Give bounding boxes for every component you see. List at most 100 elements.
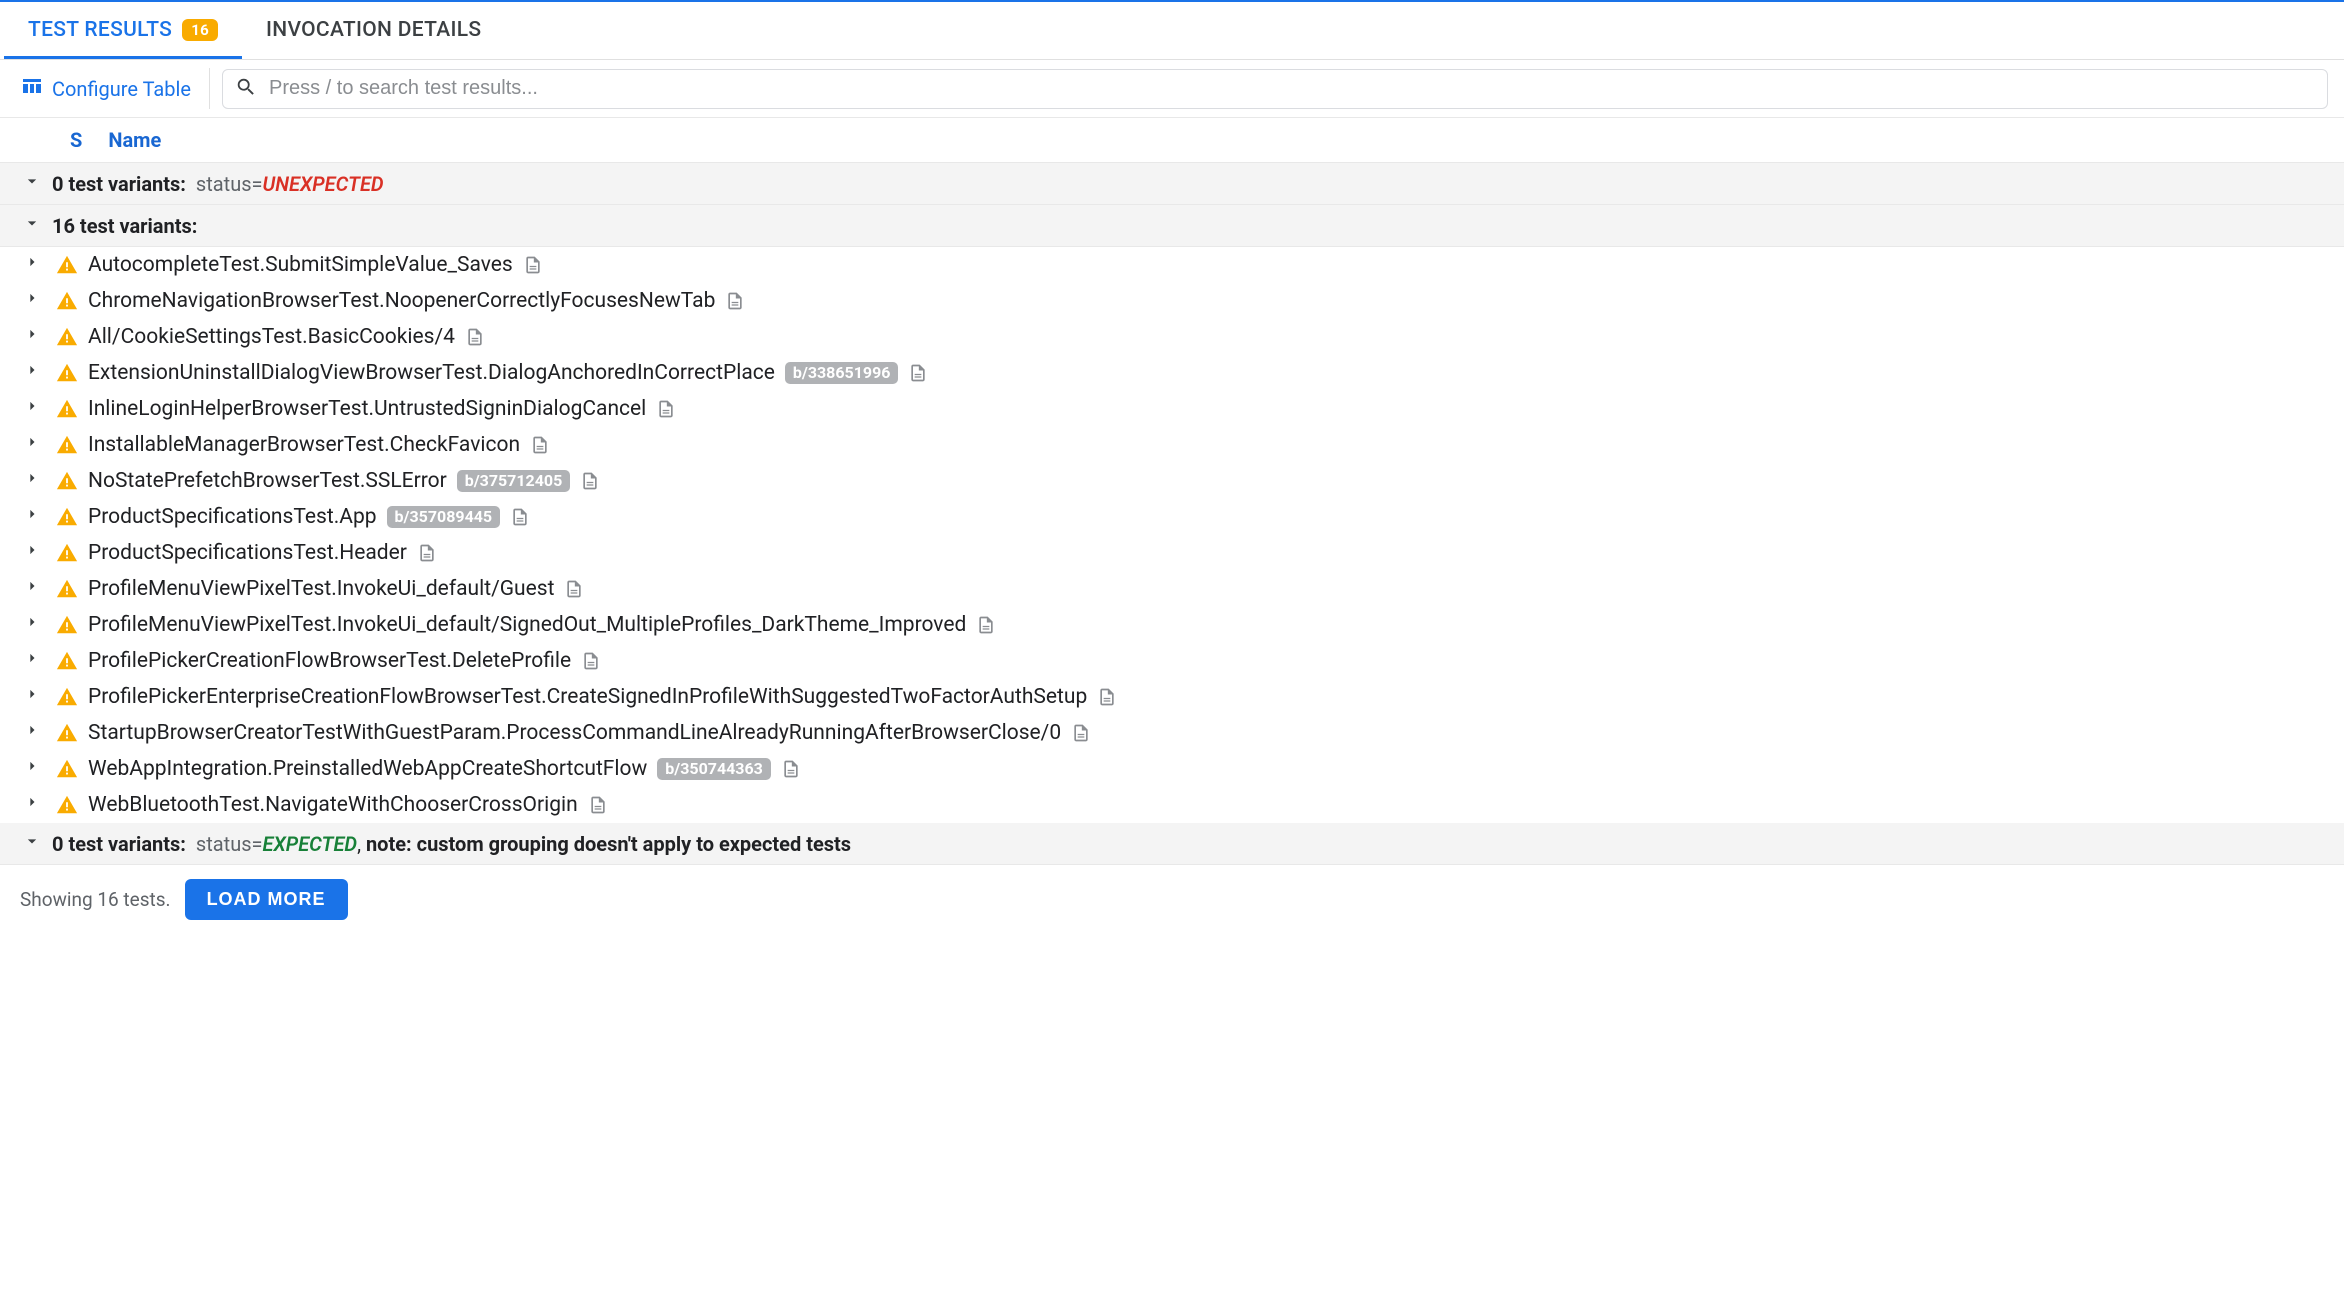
group-unexpected[interactable]: 0 test variants: status=UNEXPECTED bbox=[0, 163, 2344, 205]
column-header-row: S Name bbox=[0, 118, 2344, 163]
group-expected-status-prefix: status= bbox=[196, 832, 263, 856]
test-results-count-badge: 16 bbox=[182, 19, 218, 41]
bug-chip[interactable]: b/350744363 bbox=[657, 758, 771, 780]
search-container bbox=[222, 69, 2328, 109]
column-status[interactable]: S bbox=[70, 128, 82, 152]
chevron-right-icon bbox=[22, 792, 42, 818]
warning-icon bbox=[56, 614, 78, 636]
document-icon[interactable] bbox=[580, 471, 600, 491]
group-main-count: 16 test variants: bbox=[52, 214, 197, 238]
warning-icon bbox=[56, 254, 78, 276]
group-unexpected-count: 0 test variants: bbox=[52, 172, 186, 196]
test-row[interactable]: InlineLoginHelperBrowserTest.UntrustedSi… bbox=[0, 391, 2344, 427]
test-name: All/CookieSettingsTest.BasicCookies/4 bbox=[88, 325, 455, 349]
document-icon[interactable] bbox=[581, 651, 601, 671]
test-name: ProductSpecificationsTest.Header bbox=[88, 541, 407, 565]
bug-chip[interactable]: b/338651996 bbox=[785, 362, 899, 384]
document-icon[interactable] bbox=[465, 327, 485, 347]
chevron-right-icon bbox=[22, 684, 42, 710]
test-name: ExtensionUninstallDialogViewBrowserTest.… bbox=[88, 361, 775, 385]
test-name: WebAppIntegration.PreinstalledWebAppCrea… bbox=[88, 757, 647, 781]
configure-table-button[interactable]: Configure Table bbox=[16, 68, 210, 109]
chevron-right-icon bbox=[22, 324, 42, 350]
test-row[interactable]: ProfilePickerCreationFlowBrowserTest.Del… bbox=[0, 643, 2344, 679]
test-row[interactable]: ChromeNavigationBrowserTest.NoopenerCorr… bbox=[0, 283, 2344, 319]
test-row[interactable]: StartupBrowserCreatorTestWithGuestParam.… bbox=[0, 715, 2344, 751]
document-icon[interactable] bbox=[564, 579, 584, 599]
document-icon[interactable] bbox=[976, 615, 996, 635]
test-row[interactable]: ProfilePickerEnterpriseCreationFlowBrows… bbox=[0, 679, 2344, 715]
warning-icon bbox=[56, 542, 78, 564]
test-name: InstallableManagerBrowserTest.CheckFavic… bbox=[88, 433, 520, 457]
test-row[interactable]: ProfileMenuViewPixelTest.InvokeUi_defaul… bbox=[0, 607, 2344, 643]
warning-icon bbox=[56, 398, 78, 420]
test-row[interactable]: ProductSpecificationsTest.Header bbox=[0, 535, 2344, 571]
search-icon bbox=[235, 76, 257, 102]
tab-test-results-label: TEST RESULTS bbox=[28, 18, 172, 42]
column-name[interactable]: Name bbox=[108, 128, 161, 152]
chevron-right-icon bbox=[22, 396, 42, 422]
chevron-right-icon bbox=[22, 720, 42, 746]
document-icon[interactable] bbox=[725, 291, 745, 311]
bug-chip[interactable]: b/357089445 bbox=[387, 506, 501, 528]
test-row[interactable]: ProductSpecificationsTest.App b/357089445 bbox=[0, 499, 2344, 535]
toolbar: Configure Table bbox=[0, 60, 2344, 118]
footer: Showing 16 tests. LOAD MORE bbox=[0, 865, 2344, 934]
test-row[interactable]: WebAppIntegration.PreinstalledWebAppCrea… bbox=[0, 751, 2344, 787]
test-row[interactable]: All/CookieSettingsTest.BasicCookies/4 bbox=[0, 319, 2344, 355]
warning-icon bbox=[56, 470, 78, 492]
test-name: AutocompleteTest.SubmitSimpleValue_Saves bbox=[88, 253, 513, 277]
chevron-right-icon bbox=[22, 756, 42, 782]
group-expected-note: note: custom grouping doesn't apply to e… bbox=[366, 832, 851, 856]
document-icon[interactable] bbox=[1071, 723, 1091, 743]
warning-icon bbox=[56, 506, 78, 528]
test-row[interactable]: InstallableManagerBrowserTest.CheckFavic… bbox=[0, 427, 2344, 463]
load-more-button[interactable]: LOAD MORE bbox=[185, 879, 348, 920]
test-list: AutocompleteTest.SubmitSimpleValue_Saves… bbox=[0, 247, 2344, 823]
test-row[interactable]: ProfileMenuViewPixelTest.InvokeUi_defaul… bbox=[0, 571, 2344, 607]
group-expected-note-sep: , bbox=[357, 832, 366, 856]
test-name: ChromeNavigationBrowserTest.NoopenerCorr… bbox=[88, 289, 715, 313]
test-row[interactable]: ExtensionUninstallDialogViewBrowserTest.… bbox=[0, 355, 2344, 391]
group-expected-count: 0 test variants: bbox=[52, 832, 186, 856]
test-name: ProfileMenuViewPixelTest.InvokeUi_defaul… bbox=[88, 613, 966, 637]
warning-icon bbox=[56, 650, 78, 672]
document-icon[interactable] bbox=[781, 759, 801, 779]
chevron-down-icon bbox=[22, 171, 42, 196]
tabs: TEST RESULTS 16 INVOCATION DETAILS bbox=[0, 2, 2344, 60]
table-icon bbox=[20, 74, 44, 103]
test-row[interactable]: NoStatePrefetchBrowserTest.SSLError b/375… bbox=[0, 463, 2344, 499]
test-name: ProductSpecificationsTest.App bbox=[88, 505, 377, 529]
chevron-right-icon bbox=[22, 504, 42, 530]
document-icon[interactable] bbox=[908, 363, 928, 383]
tab-invocation-details[interactable]: INVOCATION DETAILS bbox=[242, 2, 505, 59]
group-expected-status-value: EXPECTED bbox=[263, 832, 358, 856]
chevron-right-icon bbox=[22, 468, 42, 494]
test-name: StartupBrowserCreatorTestWithGuestParam.… bbox=[88, 721, 1061, 745]
document-icon[interactable] bbox=[1097, 687, 1117, 707]
document-icon[interactable] bbox=[417, 543, 437, 563]
document-icon[interactable] bbox=[510, 507, 530, 527]
chevron-right-icon bbox=[22, 648, 42, 674]
tab-test-results[interactable]: TEST RESULTS 16 bbox=[4, 2, 242, 59]
document-icon[interactable] bbox=[530, 435, 550, 455]
test-name: ProfilePickerCreationFlowBrowserTest.Del… bbox=[88, 649, 571, 673]
test-name: NoStatePrefetchBrowserTest.SSLError bbox=[88, 469, 447, 493]
warning-icon bbox=[56, 290, 78, 312]
document-icon[interactable] bbox=[523, 255, 543, 275]
group-unexpected-status-prefix: status= bbox=[196, 172, 263, 196]
showing-count: Showing 16 tests. bbox=[20, 888, 171, 911]
group-main[interactable]: 16 test variants: bbox=[0, 205, 2344, 247]
document-icon[interactable] bbox=[656, 399, 676, 419]
chevron-down-icon bbox=[22, 831, 42, 856]
search-input[interactable] bbox=[267, 76, 2315, 101]
bug-chip[interactable]: b/375712405 bbox=[457, 470, 571, 492]
group-expected[interactable]: 0 test variants: status=EXPECTED, note: … bbox=[0, 823, 2344, 865]
chevron-right-icon bbox=[22, 288, 42, 314]
chevron-right-icon bbox=[22, 432, 42, 458]
test-row[interactable]: WebBluetoothTest.NavigateWithChooserCros… bbox=[0, 787, 2344, 823]
test-row[interactable]: AutocompleteTest.SubmitSimpleValue_Saves bbox=[0, 247, 2344, 283]
document-icon[interactable] bbox=[588, 795, 608, 815]
group-unexpected-status-value: UNEXPECTED bbox=[263, 172, 384, 196]
warning-icon bbox=[56, 434, 78, 456]
